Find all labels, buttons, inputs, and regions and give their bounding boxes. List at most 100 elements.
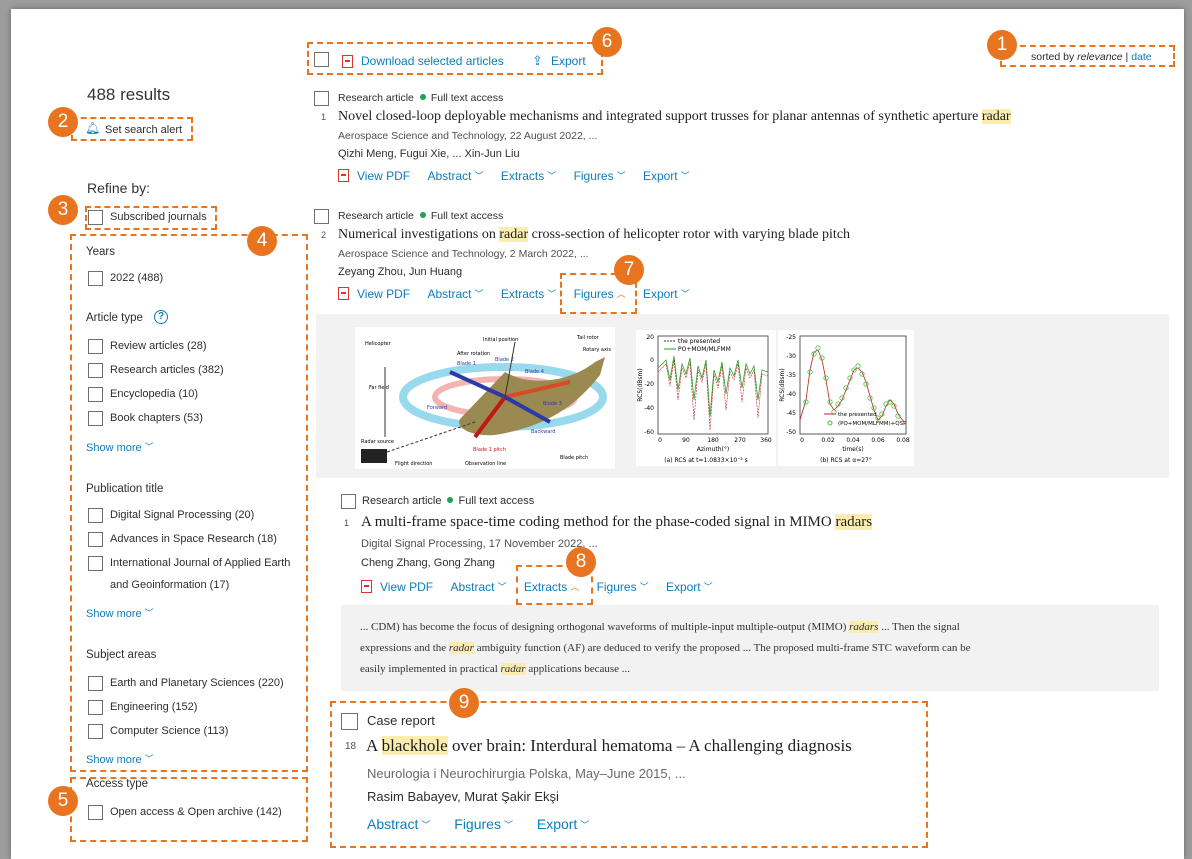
pdf-icon xyxy=(338,169,357,183)
fig-label: Far field xyxy=(369,385,389,391)
y-tick-label: -50 xyxy=(786,429,796,436)
result-number: 2 xyxy=(321,230,327,240)
chevron-down-icon: ﹀ xyxy=(616,171,626,181)
abstract-toggle[interactable]: Abstract ﹀ xyxy=(427,169,483,183)
callout-box-access xyxy=(70,777,308,842)
y-tick-label: -25 xyxy=(786,334,796,341)
extract-line: ... CDM) has become the focus of designi… xyxy=(360,621,960,633)
chevron-down-icon: ﹀ xyxy=(680,289,690,299)
result-source: Aerospace Science and Technology, 22 Aug… xyxy=(338,130,598,142)
callout-marker-4: 4 xyxy=(247,226,277,256)
result-checkbox[interactable] xyxy=(314,209,329,224)
open-access-dot-icon xyxy=(447,497,454,503)
abstract-toggle[interactable]: Abstract ﹀ xyxy=(427,287,483,301)
extracts-toggle[interactable]: Extracts ﹀ xyxy=(501,287,556,301)
abstract-toggle[interactable]: Abstract ﹀ xyxy=(450,580,506,594)
callout-marker-1: 1 xyxy=(987,30,1017,60)
y-tick-label: -40 xyxy=(786,391,796,398)
pdf-icon xyxy=(361,580,380,594)
rcs-time-figure[interactable]: the presented (PO+MOM/MLFMM)+QSP -25 -30… xyxy=(778,330,914,466)
fig-label: Tail rotor xyxy=(576,335,600,341)
open-access-dot-icon xyxy=(419,212,426,218)
callout-box-facets xyxy=(70,234,308,772)
callout-marker-2: 2 xyxy=(48,107,78,137)
callout-box-alert xyxy=(71,117,193,141)
legend-label: PO+MOM/MLFMM xyxy=(678,346,731,353)
x-axis-label: time(s) xyxy=(842,446,863,453)
fig-label: Forward xyxy=(427,405,447,411)
x-tick-label: 0.06 xyxy=(871,437,885,444)
result-type-line: Research article Full text access xyxy=(338,210,504,222)
callout-marker-8: 8 xyxy=(566,547,596,577)
fig-label: After rotation xyxy=(457,351,490,357)
view-pdf-link[interactable]: View PDF xyxy=(380,580,433,594)
y-tick-label: 0 xyxy=(650,357,654,364)
fig-label: Blade 1 pitch xyxy=(473,447,506,453)
chevron-down-icon: ﹀ xyxy=(680,171,690,181)
y-tick-label: -60 xyxy=(644,429,654,436)
chevron-down-icon: ﹀ xyxy=(639,582,649,592)
x-tick-label: 90 xyxy=(682,437,690,444)
fig-label: Observation line xyxy=(465,461,506,467)
result-checkbox[interactable] xyxy=(341,494,356,509)
x-axis-label: Azimuth(°) xyxy=(697,446,729,453)
y-tick-label: -35 xyxy=(786,372,796,379)
chevron-down-icon: ﹀ xyxy=(547,289,557,299)
fig-label: Flight direction xyxy=(395,461,432,467)
pdf-icon xyxy=(338,287,357,301)
helicopter-figure[interactable]: Helicopter Far field Initial position Af… xyxy=(355,327,615,469)
callout-marker-6: 6 xyxy=(592,27,622,57)
x-tick-label: 270 xyxy=(734,437,746,444)
y-axis-label: RCS(dBsm) xyxy=(637,368,644,401)
y-tick-label: -30 xyxy=(786,353,796,360)
result-authors: Zeyang Zhou, Jun Huang xyxy=(338,266,463,278)
fig-label: Radar source xyxy=(361,439,394,445)
result-title-link[interactable]: Numerical investigations on radar cross-… xyxy=(338,227,850,243)
callout-box-sort xyxy=(1000,45,1175,67)
y-tick-label: -45 xyxy=(786,410,796,417)
x-tick-label: 0.08 xyxy=(896,437,910,444)
result-source: Digital Signal Processing, 17 November 2… xyxy=(361,538,598,550)
y-tick-label: -20 xyxy=(644,381,654,388)
result-title-link[interactable]: Novel closed-loop deployable mechanisms … xyxy=(338,109,1011,125)
chevron-down-icon: ﹀ xyxy=(474,171,484,181)
rcs-azimuth-figure[interactable]: the presented PO+MOM/MLFMM 20 0 -20 -40 … xyxy=(636,330,776,466)
export-toggle[interactable]: Export ﹀ xyxy=(666,580,713,594)
x-tick-label: 0 xyxy=(800,437,804,444)
fig-label: Backward xyxy=(531,429,555,435)
extract-text: ... CDM) has become the focus of designi… xyxy=(360,617,970,680)
figure-caption: (b) RCS at α=27° xyxy=(820,457,872,464)
y-tick-label: -40 xyxy=(644,405,654,412)
callout-box-case-report xyxy=(330,701,928,848)
callout-marker-9: 9 xyxy=(449,688,479,718)
callout-box-toolbar xyxy=(307,42,603,75)
fig-label: Initial position xyxy=(483,337,518,343)
result-type-line: Research article Full text access xyxy=(362,495,535,507)
y-axis-label: RCS(dBsm) xyxy=(779,368,786,401)
figures-toggle[interactable]: Figures ﹀ xyxy=(597,580,649,594)
fig-label: Helicopter xyxy=(365,341,392,347)
x-tick-label: 0.02 xyxy=(821,437,835,444)
extract-line: expressions and the radar ambiguity func… xyxy=(360,642,971,654)
result-source: Aerospace Science and Technology, 2 Marc… xyxy=(338,248,589,260)
view-pdf-link[interactable]: View PDF xyxy=(357,169,410,183)
x-tick-label: 180 xyxy=(707,437,719,444)
search-results-page: Download selected articles ⇪ Export sort… xyxy=(11,9,1184,859)
fig-label: Blade 3 xyxy=(543,401,562,407)
result-authors: Qizhi Meng, Fugui Xie, ... Xin-Jun Liu xyxy=(338,148,520,160)
radar-vehicle xyxy=(361,449,387,463)
fig-label: Blade 2 xyxy=(495,357,514,363)
export-toggle[interactable]: Export ﹀ xyxy=(643,287,690,301)
result-actions: View PDF Abstract ﹀ Extracts ﹀ Figures ﹀ Ex… xyxy=(338,169,690,183)
fig-label: Blade 4 xyxy=(525,369,544,375)
fig-label: Blade 1 xyxy=(457,361,476,367)
figures-toggle[interactable]: Figures ﹀ xyxy=(574,169,626,183)
view-pdf-link[interactable]: View PDF xyxy=(357,287,410,301)
result-checkbox[interactable] xyxy=(314,91,329,106)
results-count: 488 results xyxy=(87,85,171,104)
extracts-toggle[interactable]: Extracts ﹀ xyxy=(501,169,556,183)
y-tick-label: 20 xyxy=(646,334,654,341)
export-toggle[interactable]: Export ﹀ xyxy=(643,169,690,183)
result-title-link[interactable]: A multi-frame space-time coding method f… xyxy=(361,514,873,531)
extract-line: easily implemented in practical radar ap… xyxy=(360,663,631,675)
